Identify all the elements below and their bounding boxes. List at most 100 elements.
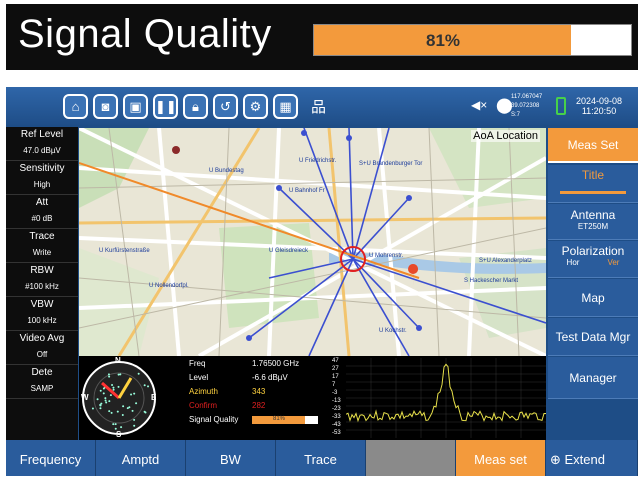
aoa-map[interactable]: U Bahnhof Fr U Friedrichstr. S+U Branden… [79, 128, 546, 356]
param-label: RBW [30, 265, 54, 276]
spectrum-tick: -33 [332, 414, 341, 420]
param-rbw[interactable]: RBW #100 kHz [6, 263, 78, 297]
signal-quality-label: Signal Quality [189, 415, 239, 424]
spectrum-scale: 47 27 17 7 -3 -13 -23 -33 -43 -53 [332, 356, 346, 440]
map-label: U Nollendorfpl. [149, 283, 189, 289]
softkey-map[interactable]: Map [548, 279, 638, 317]
video-icon[interactable]: ▣ [123, 94, 148, 119]
param-value: High [33, 180, 51, 189]
map-title: AoA Location [471, 130, 540, 142]
compass [82, 361, 156, 435]
top-toolbar: ⌂ ◙ ▣ ❚❚ 🔒︎ ↺ ⚙ ▦ 品 ◀× ⬤ 117.067047 39.0… [6, 87, 638, 125]
signal-quality-bar: 81% [252, 416, 318, 424]
level-label: Level [189, 373, 209, 382]
param-label: Ref Level [20, 129, 64, 140]
spectrum-tick: -13 [332, 398, 341, 404]
param-value: 100 kHz [27, 316, 57, 325]
param-label: Dete [31, 367, 53, 378]
param-video-avg[interactable]: Video Avg Off [6, 331, 78, 365]
device-screen: ⌂ ◙ ▣ ❚❚ 🔒︎ ↺ ⚙ ▦ 品 ◀× ⬤ 117.067047 39.0… [6, 87, 638, 476]
param-value: SAMP [30, 384, 54, 393]
spectrum-tick: 17 [332, 374, 339, 380]
network-icon[interactable]: 品 [311, 96, 326, 117]
softkey-trace[interactable]: Trace [276, 440, 366, 476]
pause-icon[interactable]: ❚❚ [153, 94, 178, 119]
softkey-manager[interactable]: Manager [548, 357, 638, 399]
map-label: U Mohrenstr. [369, 253, 404, 259]
compass-e: E [151, 393, 157, 402]
param-trace[interactable]: Trace Write [6, 229, 78, 263]
undo-icon[interactable]: ↺ [213, 94, 238, 119]
softkey-antenna[interactable]: Antenna ET250M [548, 204, 638, 240]
param-vbw[interactable]: VBW 100 kHz [6, 297, 78, 331]
softkey-amptd[interactable]: Amptd [96, 440, 186, 476]
compass-s: S [116, 430, 122, 439]
param-sensitivity[interactable]: Sensitivity High [6, 161, 78, 195]
param-value: Write [32, 248, 52, 257]
param-dete[interactable]: Dete SAMP [6, 365, 78, 399]
freq-label: Freq [189, 359, 206, 368]
softkey-bw[interactable]: BW [186, 440, 276, 476]
softkey-frequency[interactable]: Frequency [6, 440, 96, 476]
map-label: U Bundestag [209, 168, 244, 174]
azimuth-label: Azimuth [189, 387, 218, 396]
softkey-title[interactable]: Title [548, 165, 638, 203]
spectrum-tick: -23 [332, 406, 341, 412]
spectrum-tick: -53 [332, 430, 341, 436]
spectrum-tick: 7 [332, 382, 336, 388]
compass-n: N [115, 356, 121, 365]
map-label: U Gleisdreieck [269, 248, 309, 254]
measurement-info: N S E W Freq 1.76500 GHz Level -6.6 dBµV… [79, 356, 546, 440]
banner-progress-bar: 81% [313, 24, 632, 56]
freq-value: 1.76500 GHz [252, 359, 300, 368]
banner-progress-label: 81% [425, 31, 461, 50]
camera-icon[interactable]: ◙ [93, 94, 118, 119]
param-value: #0 dB [31, 214, 53, 223]
map-label: S Hackescher Markt [464, 278, 519, 284]
spectrum-tick: -3 [332, 390, 338, 396]
map-label: U Bahnhof Fr [289, 188, 325, 194]
param-value: Off [36, 350, 48, 359]
param-label: VBW [30, 299, 54, 310]
param-value: #100 kHz [25, 282, 59, 291]
softkey-polarization[interactable]: Polarization Hor Ver [548, 241, 638, 278]
param-label: Video Avg [19, 333, 65, 344]
param-label: Sensitivity [19, 163, 65, 174]
map-label: U Kochstr. [379, 328, 407, 334]
param-value: 47.0 dBµV [23, 146, 61, 155]
spectrum-tick: -43 [332, 422, 341, 428]
map-label: U Kurfürstenstraße [99, 248, 150, 254]
confirm-label: Confirm [189, 401, 218, 410]
banner-title: Signal Quality [18, 12, 272, 56]
title-toggle-bar [560, 191, 626, 194]
softkey-extend[interactable]: ⊕ Extend [546, 440, 638, 476]
speaker-mute-icon[interactable]: ◀× [471, 98, 487, 112]
softkey-empty[interactable] [366, 440, 456, 476]
level-value: -6.6 dBµV [252, 373, 288, 382]
softkey-meas-set-bottom[interactable]: Meas set [456, 440, 546, 476]
gps-readout: 117.067047 39.072308 S:7 [511, 94, 543, 118]
parameter-panel: Ref Level 47.0 dBµV Sensitivity High Att #0 d… [6, 127, 78, 440]
param-label: Trace [29, 231, 55, 242]
lock-icon[interactable]: 🔒︎ [183, 94, 208, 119]
home-icon[interactable]: ⌂ [63, 94, 88, 119]
gear-icon[interactable]: ⚙ [243, 94, 268, 119]
softkey-meas-set[interactable]: Meas Set [548, 128, 638, 163]
confirm-value: 282 [252, 401, 266, 410]
spectrum-display[interactable] [346, 358, 546, 438]
param-att[interactable]: Att #0 dB [6, 195, 78, 229]
map-label: U Friedrichstr. [299, 158, 337, 164]
softkey-test-data-mgr[interactable]: Test Data Mgr [548, 318, 638, 356]
compass-w: W [81, 393, 89, 402]
bottom-softkey-menu: Frequency Amptd BW Trace Meas set ⊕ Exte… [6, 440, 638, 476]
right-softkey-menu: Meas Set Title Antenna ET250M Polarizati… [546, 128, 638, 440]
signal-quality-value: 81% [272, 416, 285, 422]
battery-icon [556, 97, 566, 115]
grid-icon[interactable]: ▦ [273, 94, 298, 119]
signal-quality-banner: Signal Quality 81% [6, 4, 638, 70]
spectrum-tick: 27 [332, 366, 339, 372]
param-ref-level[interactable]: Ref Level 47.0 dBµV [6, 127, 78, 161]
datetime: 2024-09-08 11:20:50 [576, 96, 623, 116]
spectrum-tick: 47 [332, 358, 339, 364]
azimuth-value: 343 [252, 387, 266, 396]
